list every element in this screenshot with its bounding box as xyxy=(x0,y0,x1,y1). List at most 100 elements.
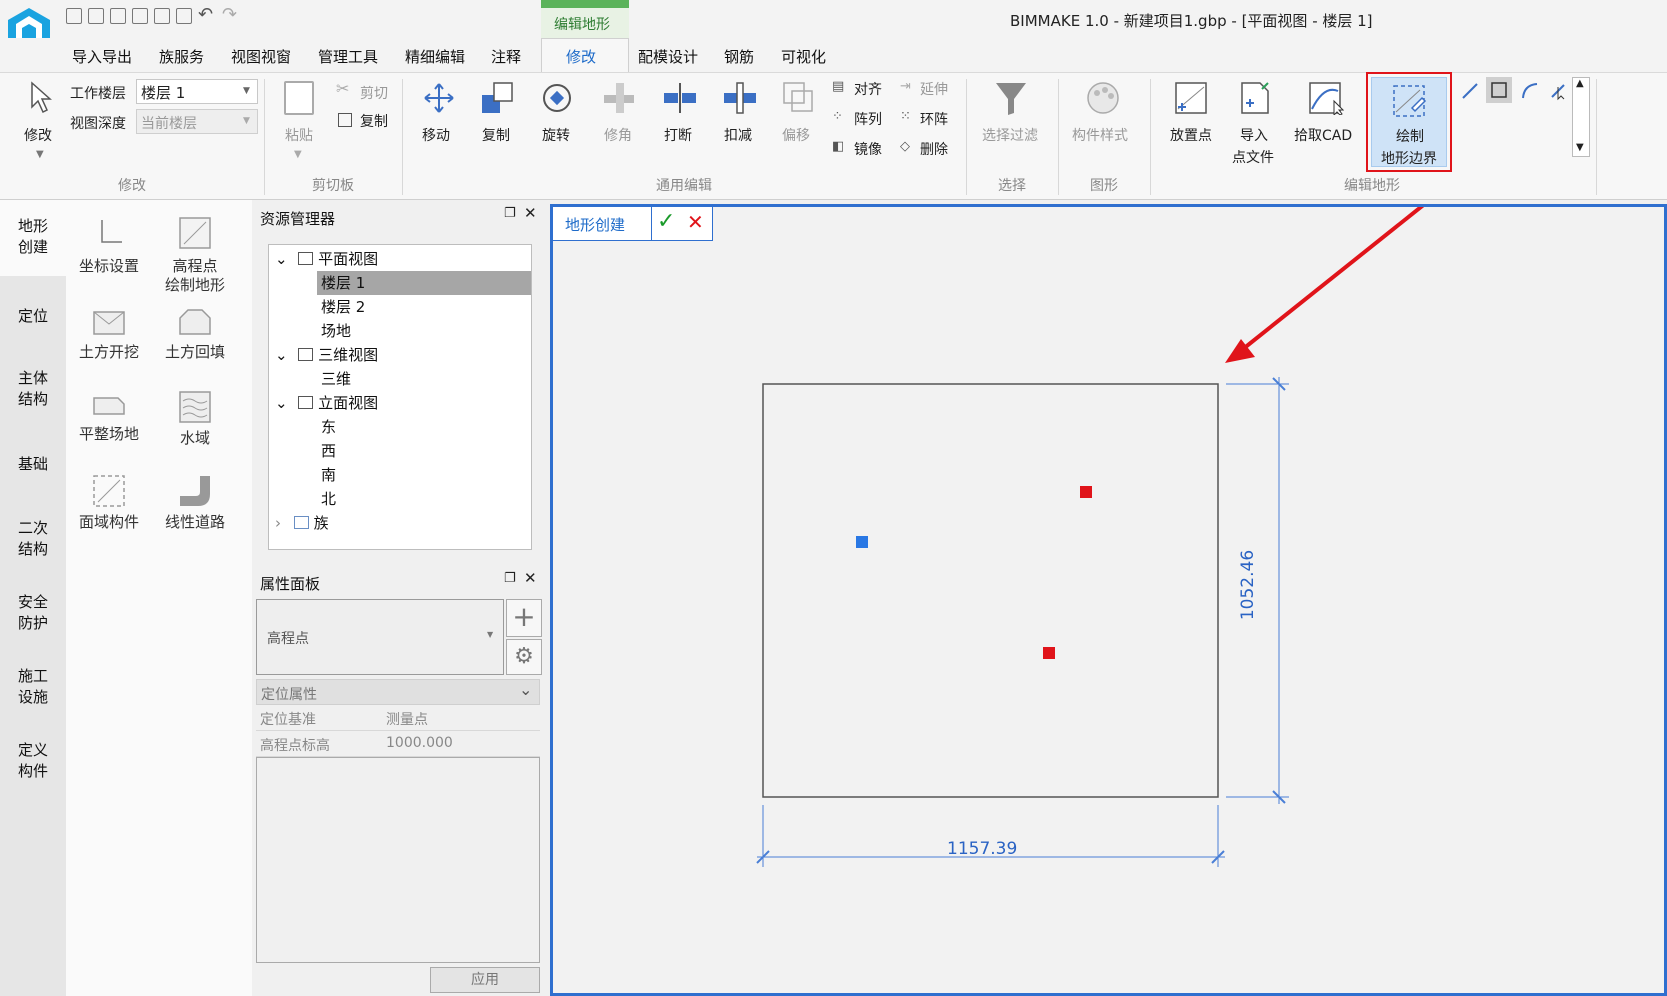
menu-view-window[interactable]: 视图视窗 xyxy=(231,46,291,67)
place-point-button[interactable]: 放置点 xyxy=(1170,125,1212,145)
dim-height-label[interactable]: 1052.46 xyxy=(1238,550,1258,620)
offset-button[interactable]: 偏移 xyxy=(782,125,810,145)
delete-button[interactable]: 删除 xyxy=(920,139,948,159)
property-value[interactable]: 测量点 xyxy=(386,709,428,729)
rectangle-tool-selected[interactable] xyxy=(1486,77,1512,103)
pick-line-icon[interactable] xyxy=(1548,81,1568,101)
move-button[interactable]: 移动 xyxy=(422,125,450,145)
cut-button[interactable]: 剪切 xyxy=(360,83,388,103)
water-area-tool[interactable]: 水域 xyxy=(152,390,238,448)
apply-button[interactable]: 应用 xyxy=(430,967,540,993)
restore-window-icon[interactable]: ❐ xyxy=(504,206,516,221)
redo-icon[interactable]: ↷ xyxy=(222,4,237,25)
open-folder-icon[interactable] xyxy=(88,8,104,24)
menu-manage-tools[interactable]: 管理工具 xyxy=(318,46,378,67)
chevron-down-icon[interactable]: ⌄ xyxy=(275,250,288,268)
import-point-file-label-2[interactable]: 点文件 xyxy=(1232,147,1274,167)
earth-backfill-tool[interactable]: 土方回填 xyxy=(152,308,238,362)
work-floor-select[interactable]: 楼层 1 ▼ xyxy=(136,79,258,104)
copy-element-button[interactable]: 复制 xyxy=(482,125,510,145)
ring-array-button[interactable]: 环阵 xyxy=(920,109,948,129)
tree-node-floor-2[interactable]: 楼层 2 xyxy=(321,295,365,319)
chevron-down-icon[interactable]: ⌄ xyxy=(275,346,288,364)
property-value[interactable]: 1000.000 xyxy=(386,735,453,751)
nav-positioning[interactable]: 定位 xyxy=(0,306,66,327)
menu-fine-edit[interactable]: 精细编辑 xyxy=(405,46,465,67)
tree-node-families[interactable]: › 族 xyxy=(275,511,329,535)
elevation-point-marker[interactable] xyxy=(1043,647,1055,659)
document-icon[interactable] xyxy=(154,8,170,24)
rotate-button[interactable]: 旋转 xyxy=(542,125,570,145)
view-depth-select[interactable]: 当前楼层 ▼ xyxy=(136,109,258,134)
type-settings-button[interactable]: ⚙ xyxy=(506,639,542,675)
tree-node-floor-1[interactable]: 楼层 1 xyxy=(317,271,531,295)
tree-node-3d-views[interactable]: ⌄ 三维视图 xyxy=(275,343,378,367)
close-icon[interactable]: ✕ xyxy=(524,204,537,222)
scroll-down-icon[interactable]: ▼ xyxy=(1576,142,1584,153)
line-icon[interactable] xyxy=(1460,81,1480,101)
nav-foundation[interactable]: 基础 xyxy=(0,454,66,475)
undo-icon[interactable]: ↶ xyxy=(198,4,213,25)
select-filter-button[interactable]: 选择过滤 xyxy=(982,125,1038,145)
tree-node-3d[interactable]: 三维 xyxy=(321,367,351,391)
coordinate-setup-tool[interactable]: 坐标设置 xyxy=(66,216,152,276)
menu-visualize[interactable]: 可视化 xyxy=(781,46,826,67)
drawing-canvas[interactable]: 地形创建 ✓ ✕ 1157.39 1052.46 xyxy=(550,204,1667,996)
tree-node-south[interactable]: 南 xyxy=(321,463,336,487)
menu-annotate[interactable]: 注释 xyxy=(491,46,521,67)
nav-define-component[interactable]: 定义 构件 xyxy=(0,740,66,782)
draw-boundary-button[interactable]: 绘制 地形边界 xyxy=(1371,77,1447,167)
new-file-icon[interactable] xyxy=(66,8,82,24)
menu-modify[interactable]: 修改 xyxy=(566,46,596,67)
nav-safety-protection[interactable]: 安全 防护 xyxy=(0,592,66,634)
area-component-tool[interactable]: 面域构件 xyxy=(66,474,152,532)
menu-formwork-design[interactable]: 配模设计 xyxy=(638,46,698,67)
tree-node-site[interactable]: 场地 xyxy=(321,319,351,343)
pick-cad-button[interactable]: 拾取CAD xyxy=(1294,125,1352,145)
trim-corner-button[interactable]: 修角 xyxy=(604,125,632,145)
extend-button[interactable]: 延伸 xyxy=(920,79,948,99)
break-button[interactable]: 打断 xyxy=(664,125,692,145)
chevron-right-icon[interactable]: › xyxy=(275,514,281,532)
elevation-point-marker[interactable] xyxy=(1080,486,1092,498)
tree-node-elevations[interactable]: ⌄ 立面视图 xyxy=(275,391,378,415)
nav-main-structure[interactable]: 主体 结构 xyxy=(0,368,66,410)
restore-window-icon[interactable]: ❐ xyxy=(504,571,516,586)
terrain-boundary-rect[interactable] xyxy=(762,383,1219,798)
chevron-down-icon[interactable]: ▼ xyxy=(36,149,44,160)
cube-icon[interactable] xyxy=(176,8,192,24)
tree-node-north[interactable]: 北 xyxy=(321,487,336,511)
level-site-tool[interactable]: 平整场地 xyxy=(66,390,152,444)
tree-node-floor-plans[interactable]: ⌄ 平面视图 xyxy=(275,247,378,271)
mirror-button[interactable]: 镜像 xyxy=(854,139,882,159)
tree-node-east[interactable]: 东 xyxy=(321,415,336,439)
close-icon[interactable]: ✕ xyxy=(524,569,537,587)
tree-node-west[interactable]: 西 xyxy=(321,439,336,463)
modify-button[interactable]: 修改 xyxy=(24,125,52,145)
scroll-up-icon[interactable]: ▲ xyxy=(1576,78,1584,89)
nav-terrain-create[interactable]: 地形 创建 xyxy=(0,200,66,276)
dim-width-label[interactable]: 1157.39 xyxy=(947,839,1017,859)
deduct-button[interactable]: 扣减 xyxy=(724,125,752,145)
add-type-button[interactable]: + xyxy=(506,599,542,637)
arc-icon[interactable] xyxy=(1520,81,1540,101)
selected-elevation-point-marker[interactable] xyxy=(856,536,868,548)
nav-secondary-structure[interactable]: 二次 结构 xyxy=(0,518,66,560)
chevron-down-icon[interactable]: ⌄ xyxy=(275,394,288,412)
array-button[interactable]: 阵列 xyxy=(854,109,882,129)
copy-clipboard-button[interactable]: 复制 xyxy=(360,111,388,131)
elevation-point-tool[interactable]: 高程点 绘制地形 xyxy=(152,216,238,295)
linear-road-tool[interactable]: 线性道路 xyxy=(152,474,238,532)
menu-family-service[interactable]: 族服务 xyxy=(159,46,204,67)
ribbon-scrollbar[interactable]: ▲ ▼ xyxy=(1572,77,1590,157)
menu-rebar[interactable]: 钢筋 xyxy=(724,46,754,67)
import-point-file-label-1[interactable]: 导入 xyxy=(1240,125,1268,145)
save-as-icon[interactable] xyxy=(132,8,148,24)
save-icon[interactable] xyxy=(110,8,126,24)
type-selector[interactable]: 高程点 ▼ xyxy=(256,599,504,675)
paste-button[interactable]: 粘贴 xyxy=(285,125,313,145)
component-style-button[interactable]: 构件样式 xyxy=(1072,125,1128,145)
nav-construction-facilities[interactable]: 施工 设施 xyxy=(0,666,66,708)
align-button[interactable]: 对齐 xyxy=(854,79,882,99)
section-header[interactable]: 定位属性 ⌄ xyxy=(256,679,540,705)
